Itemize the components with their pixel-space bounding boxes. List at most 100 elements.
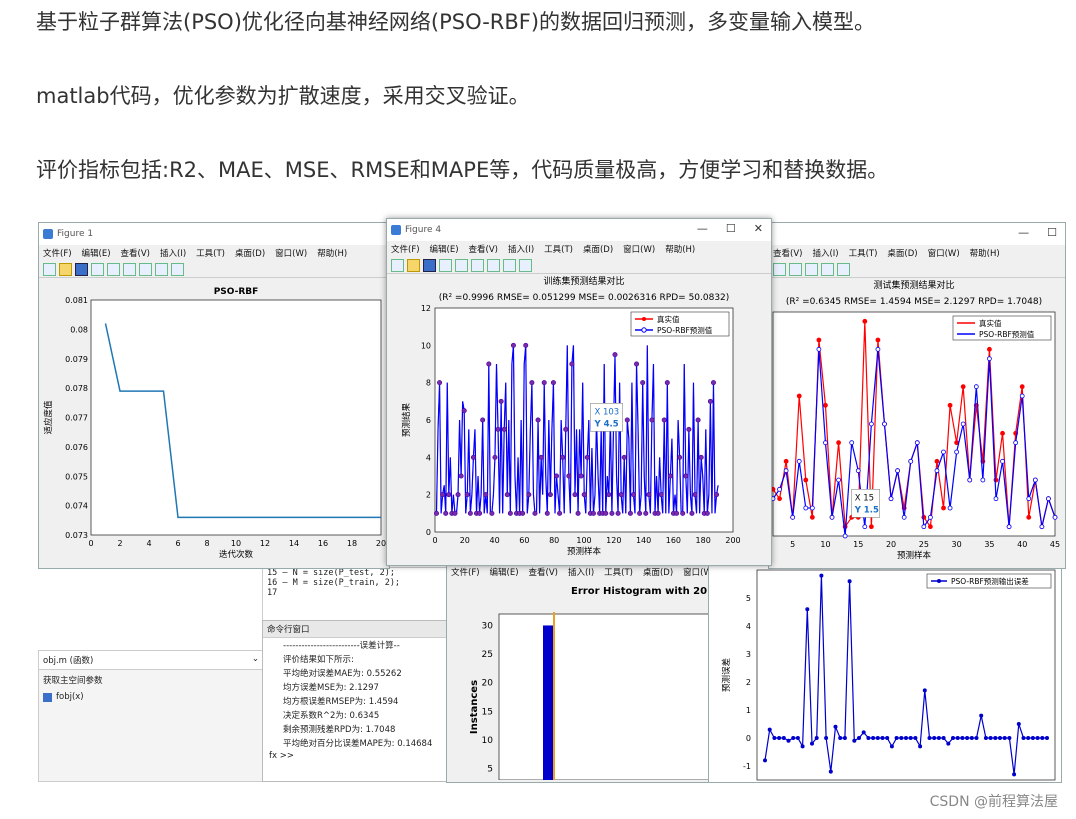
data-point xyxy=(609,510,615,516)
y-tick-label: 20 xyxy=(482,679,494,689)
figure4-menu-item[interactable]: 文件(F) xyxy=(391,243,420,255)
link-plot-icon[interactable] xyxy=(455,258,468,272)
test-figure-menu-item[interactable]: 帮助(H) xyxy=(970,247,1000,259)
data-point xyxy=(680,510,686,516)
test-figure-menu-item[interactable]: 插入(I) xyxy=(812,247,838,259)
pointer-icon[interactable] xyxy=(155,262,168,276)
data-point xyxy=(615,510,621,516)
figure1-menu-item[interactable]: 桌面(D) xyxy=(235,247,265,259)
figure4-titlebar[interactable]: Figure 4 — ☐ ✕ xyxy=(387,219,771,241)
data-point xyxy=(852,738,857,743)
data-point xyxy=(560,454,566,460)
print-icon[interactable] xyxy=(91,262,104,276)
data-point xyxy=(634,361,640,367)
property-editor-icon[interactable] xyxy=(171,262,184,276)
colorbar-icon[interactable] xyxy=(123,262,136,276)
prediction-error-window: 5 4 3 2 1 0 -1 预测误差 PSO-RBF预测输出误差 xyxy=(708,563,1062,783)
test-figure-menu-item[interactable]: 窗口(W) xyxy=(928,247,960,259)
test-figure-menu-item[interactable]: 查看(V) xyxy=(773,247,802,259)
function-selector[interactable]: obj.m (函数) ⌄ xyxy=(39,651,263,670)
figure4-menu-item[interactable]: 编辑(E) xyxy=(430,243,459,255)
figure1-menu-item[interactable]: 编辑(E) xyxy=(82,247,111,259)
figure4-menu-item[interactable]: 桌面(D) xyxy=(583,243,613,255)
y-tick-label: 0.078 xyxy=(65,384,88,393)
data-point xyxy=(470,454,476,460)
pointer-icon[interactable] xyxy=(503,258,516,272)
test-figure-menu-item[interactable]: 工具(T) xyxy=(849,247,878,259)
figure4-menu-item[interactable]: 窗口(W) xyxy=(623,243,655,255)
legend-marker-true xyxy=(642,317,646,321)
matlab-figure-icon xyxy=(391,225,401,235)
histogram-menu-item[interactable]: 文件(F) xyxy=(451,566,480,578)
close-icon[interactable]: ✕ xyxy=(754,222,763,235)
chevron-down-icon[interactable]: ⌄ xyxy=(252,654,259,666)
fitness-curve-chart: PSO-RBF 0 2 4 6 8 10 12 14 16 18 20 0.073 0.074 0.075 0… xyxy=(43,287,386,560)
data-point xyxy=(523,342,529,348)
test-set-prediction-chart: 测试集预测结果对比 (R² =0.6345 RMSE= 1.4594 MSE= 2… xyxy=(770,279,1060,561)
new-file-icon[interactable] xyxy=(43,262,56,276)
histogram-menu-item[interactable]: 插入(I) xyxy=(568,566,594,578)
chart-title: 测试集预测结果对比 xyxy=(873,279,954,291)
figure1-menu-item[interactable]: 文件(F) xyxy=(43,247,72,259)
y-tick-label: 10 xyxy=(421,341,431,350)
link-plot-icon[interactable] xyxy=(773,262,786,276)
histogram-menu-item[interactable]: 窗口(W) xyxy=(683,566,709,578)
data-point xyxy=(689,510,695,516)
data-point xyxy=(1052,514,1058,520)
data-point xyxy=(941,736,946,740)
print-icon[interactable] xyxy=(439,258,452,272)
property-editor-icon[interactable] xyxy=(837,262,850,276)
data-point xyxy=(1006,524,1012,530)
data-point xyxy=(1000,430,1005,436)
pointer-icon[interactable] xyxy=(821,262,834,276)
figure1-menu-item[interactable]: 帮助(H) xyxy=(317,247,347,259)
command-window[interactable]: 命令行窗口 -------------------------误差计算-- 评价… xyxy=(262,620,450,782)
x-tick-label: 2 xyxy=(117,539,122,548)
minimize-icon[interactable]: — xyxy=(1018,226,1029,239)
command-prompt[interactable]: fx >> xyxy=(263,750,449,762)
figure4-menu-item[interactable]: 插入(I) xyxy=(508,243,534,255)
data-point xyxy=(947,402,953,408)
data-point xyxy=(783,468,789,474)
data-point xyxy=(767,727,772,732)
colorbar-icon[interactable] xyxy=(789,262,802,276)
open-folder-icon[interactable] xyxy=(407,258,420,272)
maximize-icon[interactable]: ☐ xyxy=(726,222,736,235)
histogram-menu-item[interactable]: 工具(T) xyxy=(604,566,633,578)
test-figure-menu-item[interactable]: 桌面(D) xyxy=(887,247,917,259)
data-point xyxy=(987,356,992,362)
histogram-menu-item[interactable]: 桌面(D) xyxy=(643,566,673,578)
intro-paragraph-1: 基于粒子群算法(PSO)优化径向基神经网络(PSO-RBF)的数据回归预测，多变… xyxy=(36,10,876,34)
data-point xyxy=(816,346,822,352)
new-file-icon[interactable] xyxy=(391,258,404,272)
minimize-icon[interactable]: — xyxy=(697,222,708,235)
data-point xyxy=(677,454,683,460)
test-figure-titlebar[interactable]: — ☐ xyxy=(769,223,1065,245)
property-editor-icon[interactable] xyxy=(519,258,532,272)
figure1-menu-item[interactable]: 查看(V) xyxy=(121,247,150,259)
figure4-menu-item[interactable]: 工具(T) xyxy=(544,243,573,255)
data-point xyxy=(578,473,584,479)
save-icon[interactable] xyxy=(75,262,88,276)
figure4-menu-item[interactable]: 查看(V) xyxy=(469,243,498,255)
histogram-menu-item[interactable]: 查看(V) xyxy=(529,566,558,578)
maximize-icon[interactable]: ☐ xyxy=(1047,226,1057,239)
figure4-menu-item[interactable]: 帮助(H) xyxy=(665,243,695,255)
histogram-menu-item[interactable]: 编辑(E) xyxy=(490,566,519,578)
legend-icon[interactable] xyxy=(487,258,500,272)
code-editor[interactable]: 15 — N = size(P_test, 2); 16 — M = size(… xyxy=(262,567,450,621)
figure1-menu-item[interactable]: 插入(I) xyxy=(160,247,186,259)
legend-icon[interactable] xyxy=(139,262,152,276)
x-tick-label: 20 xyxy=(460,536,470,545)
function-item[interactable]: fobj(x) xyxy=(39,690,263,704)
figure1-menu-item[interactable]: 窗口(W) xyxy=(275,247,307,259)
x-tick-label: 14 xyxy=(289,539,299,548)
colorbar-icon[interactable] xyxy=(471,258,484,272)
legend-icon[interactable] xyxy=(805,262,818,276)
figure1-menu-item[interactable]: 工具(T) xyxy=(196,247,225,259)
open-folder-icon[interactable] xyxy=(59,262,72,276)
save-icon[interactable] xyxy=(423,258,436,272)
link-plot-icon[interactable] xyxy=(107,262,120,276)
data-point xyxy=(440,492,446,498)
figure1-titlebar[interactable]: Figure 1 xyxy=(39,223,389,245)
